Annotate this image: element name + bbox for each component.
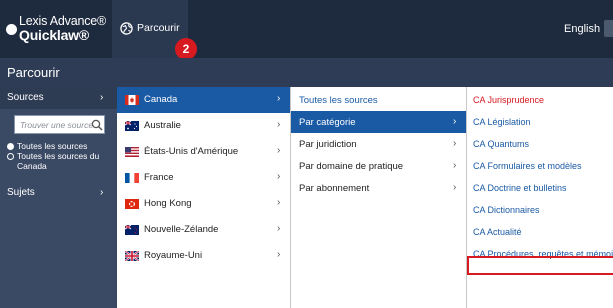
category-label: CA Formulaires et modèles bbox=[473, 161, 582, 171]
country-item-usa[interactable]: États-Unis d'Amérique › bbox=[117, 139, 290, 165]
browse-modes-column: Toutes les sources Par catégorie › Par j… bbox=[291, 87, 467, 308]
page-title: Parcourir bbox=[7, 65, 60, 80]
chevron-right-icon: › bbox=[100, 187, 104, 198]
uk-flag-icon bbox=[125, 251, 139, 261]
category-item[interactable]: CA Dictionnaires bbox=[467, 199, 613, 221]
mode-label: Toutes les sources bbox=[299, 95, 378, 106]
category-label: CA Doctrine et bulletins bbox=[473, 183, 567, 193]
mode-item-by-category[interactable]: Par catégorie › bbox=[291, 111, 466, 133]
hongkong-flag-icon bbox=[125, 199, 139, 209]
sidebar-item-label: Sujets bbox=[7, 187, 35, 198]
chevron-right-icon: › bbox=[277, 249, 281, 260]
tab-label: Parcourir bbox=[137, 22, 180, 34]
top-bar: Lexis Advance® Quicklaw® Parcourir 2 Eng… bbox=[0, 0, 613, 60]
menu-toggle[interactable] bbox=[604, 20, 613, 37]
country-label: Australie bbox=[144, 120, 181, 131]
logo-line2: Quicklaw® bbox=[19, 27, 89, 43]
country-item-newzealand[interactable]: Nouvelle-Zélande › bbox=[117, 217, 290, 243]
sidebar-item-label: Sources bbox=[7, 92, 44, 103]
mode-item-by-subscription[interactable]: Par abonnement › bbox=[291, 177, 466, 199]
chevron-right-icon: › bbox=[453, 138, 457, 149]
category-item[interactable]: CA Actualité bbox=[467, 221, 613, 243]
usa-flag-icon bbox=[125, 147, 139, 157]
radio-all-sources[interactable] bbox=[7, 143, 14, 150]
sidebar: Sources › Trouver une source Toutes les … bbox=[0, 87, 117, 308]
chevron-right-icon: › bbox=[453, 182, 457, 193]
chevron-right-icon: › bbox=[277, 145, 281, 156]
newzealand-flag-icon bbox=[125, 225, 139, 235]
category-item[interactable]: CA Jurisprudence bbox=[467, 89, 613, 111]
country-item-uk[interactable]: Royaume-Uni › bbox=[117, 243, 290, 269]
mode-label: Par catégorie bbox=[299, 117, 356, 128]
country-label: États-Unis d'Amérique bbox=[144, 146, 239, 157]
category-label: CA Actualité bbox=[473, 227, 522, 237]
country-label: Royaume-Uni bbox=[144, 250, 203, 261]
mode-item-by-jurisdiction[interactable]: Par juridiction › bbox=[291, 133, 466, 155]
chevron-right-icon: › bbox=[100, 92, 104, 103]
tab-parcourir[interactable]: Parcourir 2 bbox=[112, 0, 197, 60]
radio-all-canada[interactable] bbox=[7, 153, 14, 160]
chevron-right-icon: › bbox=[453, 160, 457, 171]
step-badge: 2 bbox=[175, 38, 197, 60]
country-item-france[interactable]: France › bbox=[117, 165, 290, 191]
category-label: CA Législation bbox=[473, 117, 531, 127]
country-label: Canada bbox=[144, 94, 178, 105]
chevron-right-icon: › bbox=[277, 171, 281, 182]
category-item[interactable]: CA Législation bbox=[467, 111, 613, 133]
category-label: CA Jurisprudence bbox=[473, 95, 545, 105]
radio-all-canada-label-2: Canada bbox=[17, 161, 47, 171]
country-item-australia[interactable]: Australie › bbox=[117, 113, 290, 139]
mode-item-by-practice-area[interactable]: Par domaine de pratique › bbox=[291, 155, 466, 177]
highlight-annotation bbox=[467, 256, 613, 275]
australia-flag-icon bbox=[125, 121, 139, 131]
search-placeholder: Trouver une source bbox=[20, 120, 94, 130]
mode-label: Par abonnement bbox=[299, 183, 370, 194]
category-item[interactable]: CA Formulaires et modèles bbox=[467, 155, 613, 177]
chevron-right-icon: › bbox=[277, 93, 281, 104]
country-label: Hong Kong bbox=[144, 198, 192, 209]
chevron-right-icon: › bbox=[277, 223, 281, 234]
mode-item-all-sources[interactable]: Toutes les sources bbox=[291, 89, 466, 111]
sidebar-item-subjects[interactable]: Sujets › bbox=[0, 182, 117, 204]
canada-flag-icon bbox=[125, 95, 139, 105]
chevron-right-icon: › bbox=[277, 197, 281, 208]
chevron-right-icon: › bbox=[277, 119, 281, 130]
search-icon[interactable] bbox=[91, 119, 103, 131]
sidebar-item-sources[interactable]: Sources › bbox=[0, 87, 117, 109]
category-item[interactable]: CA Doctrine et bulletins bbox=[467, 177, 613, 199]
category-item[interactable]: CA Quantums bbox=[467, 133, 613, 155]
country-item-hongkong[interactable]: Hong Kong › bbox=[117, 191, 290, 217]
language-link[interactable]: English bbox=[564, 23, 600, 36]
country-label: France bbox=[144, 172, 174, 183]
mode-label: Par juridiction bbox=[299, 139, 357, 150]
category-label: CA Quantums bbox=[473, 139, 530, 149]
title-bar: Parcourir bbox=[0, 58, 613, 87]
country-item-canada[interactable]: Canada › bbox=[117, 87, 290, 113]
browse-page: Lexis Advance® Quicklaw® Parcourir 2 Eng… bbox=[0, 0, 613, 308]
chevron-right-icon: › bbox=[453, 116, 457, 127]
mode-label: Par domaine de pratique bbox=[299, 161, 404, 172]
countries-column: Canada › Australie › États-Unis d'Amériq… bbox=[117, 87, 291, 308]
source-search-input[interactable]: Trouver une source bbox=[14, 115, 105, 134]
globe-icon bbox=[120, 22, 133, 35]
category-label: CA Dictionnaires bbox=[473, 205, 540, 215]
france-flag-icon bbox=[125, 173, 139, 183]
country-label: Nouvelle-Zélande bbox=[144, 224, 219, 235]
logo-mark-icon bbox=[6, 24, 17, 35]
lexis-logo[interactable]: Lexis Advance® Quicklaw® bbox=[6, 13, 110, 45]
